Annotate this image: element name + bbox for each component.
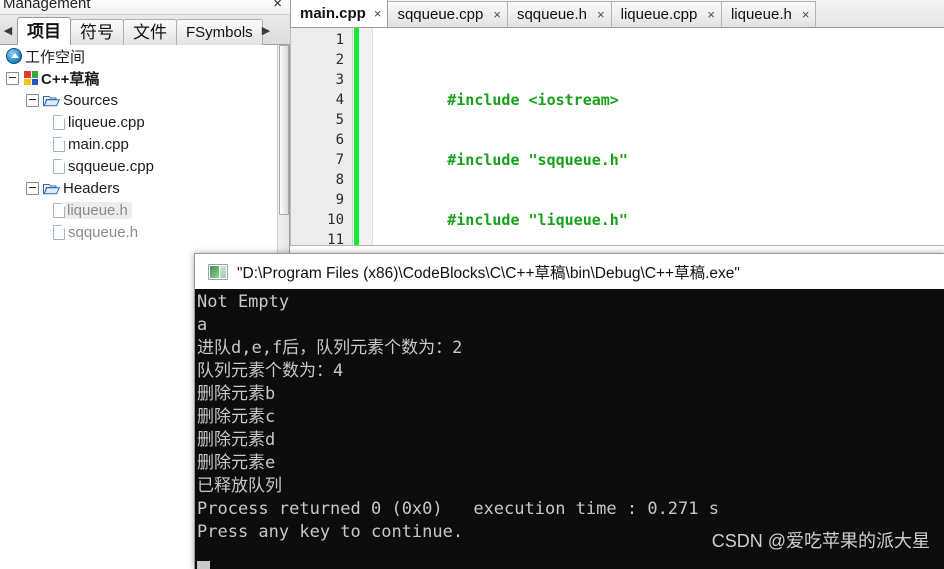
tree-item-file[interactable]: sqqueue.cpp [0, 155, 277, 177]
close-icon[interactable]: × [374, 6, 382, 21]
console-line: Process returned 0 (0x0) execution time … [197, 499, 719, 519]
tree-item-file[interactable]: sqqueue.h [0, 221, 277, 243]
console-line: 删除元素d [197, 430, 276, 450]
code-token: #include "sqqueue.h" [447, 151, 628, 169]
line-number: 8 [335, 172, 344, 188]
collapse-toggle-project[interactable] [6, 71, 19, 85]
code-line: #include "liqueue.h" [375, 190, 944, 229]
close-icon[interactable]: × [802, 7, 810, 22]
tree-item-headers[interactable]: Headers [0, 177, 277, 199]
editor-tab-main-cpp[interactable]: main.cpp × [290, 0, 389, 27]
console-line: 队列元素个数为：4 [197, 361, 344, 381]
editor-tab-label: sqqueue.h [516, 6, 588, 23]
line-number: 1 [335, 32, 344, 48]
file-icon [53, 136, 65, 152]
code-token: #include "liqueue.h" [447, 211, 628, 229]
tab-fsymbols[interactable]: FSymbols [176, 19, 263, 45]
code-token: #include <iostream> [447, 91, 619, 109]
code-line: #include <iostream> [375, 70, 944, 109]
console-line: 删除元素c [197, 407, 276, 427]
code-line: #include "sqqueue.h" [375, 130, 944, 169]
close-icon[interactable]: × [707, 7, 715, 22]
tree-item-workspace[interactable]: 工作空间 [0, 45, 277, 67]
folder-open-icon [43, 94, 61, 107]
editor-tabbar: main.cpp × sqqueue.cpp × sqqueue.h × liq… [290, 0, 944, 28]
tree-label-file: sqqueue.h [68, 223, 139, 241]
console-line: 已释放队列 [197, 476, 282, 496]
close-icon[interactable]: × [273, 0, 282, 12]
tab-symbols[interactable]: 符号 [70, 19, 124, 45]
console-cursor [197, 561, 210, 569]
collapse-toggle-headers[interactable] [26, 181, 39, 195]
editor-tab-liqueue-h[interactable]: liqueue.h × [720, 1, 817, 27]
line-number: 10 [327, 212, 344, 228]
line-number: 11 [327, 232, 344, 245]
management-titlebar: Management × [0, 0, 290, 15]
line-number: 4 [335, 92, 344, 108]
console-window: "D:\Program Files (x86)\CodeBlocks\C\C++… [194, 253, 944, 569]
close-icon[interactable]: × [597, 7, 605, 22]
line-number: 6 [335, 132, 344, 148]
code-view[interactable]: 1 2 3 4 5 6 7 8 9 10 11 #include <iostre… [290, 28, 944, 245]
management-title: Management [3, 0, 91, 12]
tree-item-file[interactable]: liqueue.cpp [0, 111, 277, 133]
file-icon [53, 224, 65, 240]
console-titlebar[interactable]: "D:\Program Files (x86)\CodeBlocks\C\C++… [195, 254, 944, 289]
collapse-toggle-sources[interactable] [26, 93, 39, 107]
tree-label-file: liqueue.cpp [68, 113, 145, 131]
tree-label-file: main.cpp [68, 135, 129, 153]
console-title: "D:\Program Files (x86)\CodeBlocks\C\C++… [237, 264, 740, 282]
chevron-left-icon[interactable]: ◀ [0, 18, 16, 42]
line-number: 2 [335, 52, 344, 68]
file-icon [53, 202, 65, 218]
tree-label-workspace: 工作空间 [25, 48, 86, 66]
workspace-icon [6, 48, 22, 64]
line-number-gutter: 1 2 3 4 5 6 7 8 9 10 11 [291, 28, 353, 245]
editor-tab-liqueue-cpp[interactable]: liqueue.cpp × [610, 1, 722, 27]
code-editor: main.cpp × sqqueue.cpp × sqqueue.h × liq… [290, 0, 944, 265]
console-line: a [197, 315, 208, 335]
file-icon [53, 158, 65, 174]
console-line: 进队d,e,f后，队列元素个数为：2 [197, 338, 463, 358]
editor-tab-label: sqqueue.cpp [397, 6, 484, 23]
folder-open-icon [43, 182, 61, 195]
tree-label-sources: Sources [63, 91, 119, 109]
fold-margin[interactable] [359, 28, 373, 245]
console-line: 删除元素e [197, 453, 276, 473]
line-number: 7 [335, 152, 344, 168]
chevron-right-icon[interactable]: ▶ [258, 18, 274, 42]
editor-tab-sqqueue-cpp[interactable]: sqqueue.cpp × [387, 1, 508, 27]
tree-item-project[interactable]: C++草稿 [0, 67, 277, 89]
console-line: Not Empty [197, 292, 290, 312]
management-tabs: 项目 符号 文件 FSymbols [17, 17, 263, 45]
code-text[interactable]: #include <iostream> #include "sqqueue.h"… [375, 28, 944, 245]
tree-item-sources[interactable]: Sources [0, 89, 277, 111]
project-icon [24, 71, 38, 85]
console-line: 删除元素b [197, 384, 276, 404]
tree-item-file-selected[interactable]: liqueue.h [0, 199, 277, 221]
editor-tab-sqqueue-h[interactable]: sqqueue.h × [506, 1, 612, 27]
editor-tab-label: liqueue.h [730, 6, 792, 23]
sidebar-scrollbar-thumb[interactable] [279, 45, 289, 215]
tab-files[interactable]: 文件 [123, 19, 177, 45]
watermark: CSDN @爱吃苹果的派大星 [711, 531, 930, 551]
editor-tab-label: main.cpp [300, 5, 366, 22]
tree-item-file[interactable]: main.cpp [0, 133, 277, 155]
file-icon [53, 114, 65, 130]
close-icon[interactable]: × [493, 7, 501, 22]
tree-label-file: sqqueue.cpp [68, 157, 154, 175]
tree-label-file: liqueue.h [63, 201, 132, 219]
tree-label-project: C++草稿 [41, 70, 100, 88]
console-output[interactable]: Not Empty a 进队d,e,f后，队列元素个数为：2 队列元素个数为：4… [195, 289, 944, 569]
tab-project[interactable]: 项目 [17, 17, 71, 45]
editor-tab-label: liqueue.cpp [620, 6, 698, 23]
console-app-icon [208, 263, 228, 280]
line-number: 3 [335, 72, 344, 88]
editor-below-strip [290, 245, 944, 253]
line-number: 5 [335, 112, 344, 128]
tree-label-headers: Headers [63, 179, 120, 197]
management-tabstrip: ◀ 项目 符号 文件 FSymbols ▶ [0, 15, 290, 45]
line-number: 9 [335, 192, 344, 208]
